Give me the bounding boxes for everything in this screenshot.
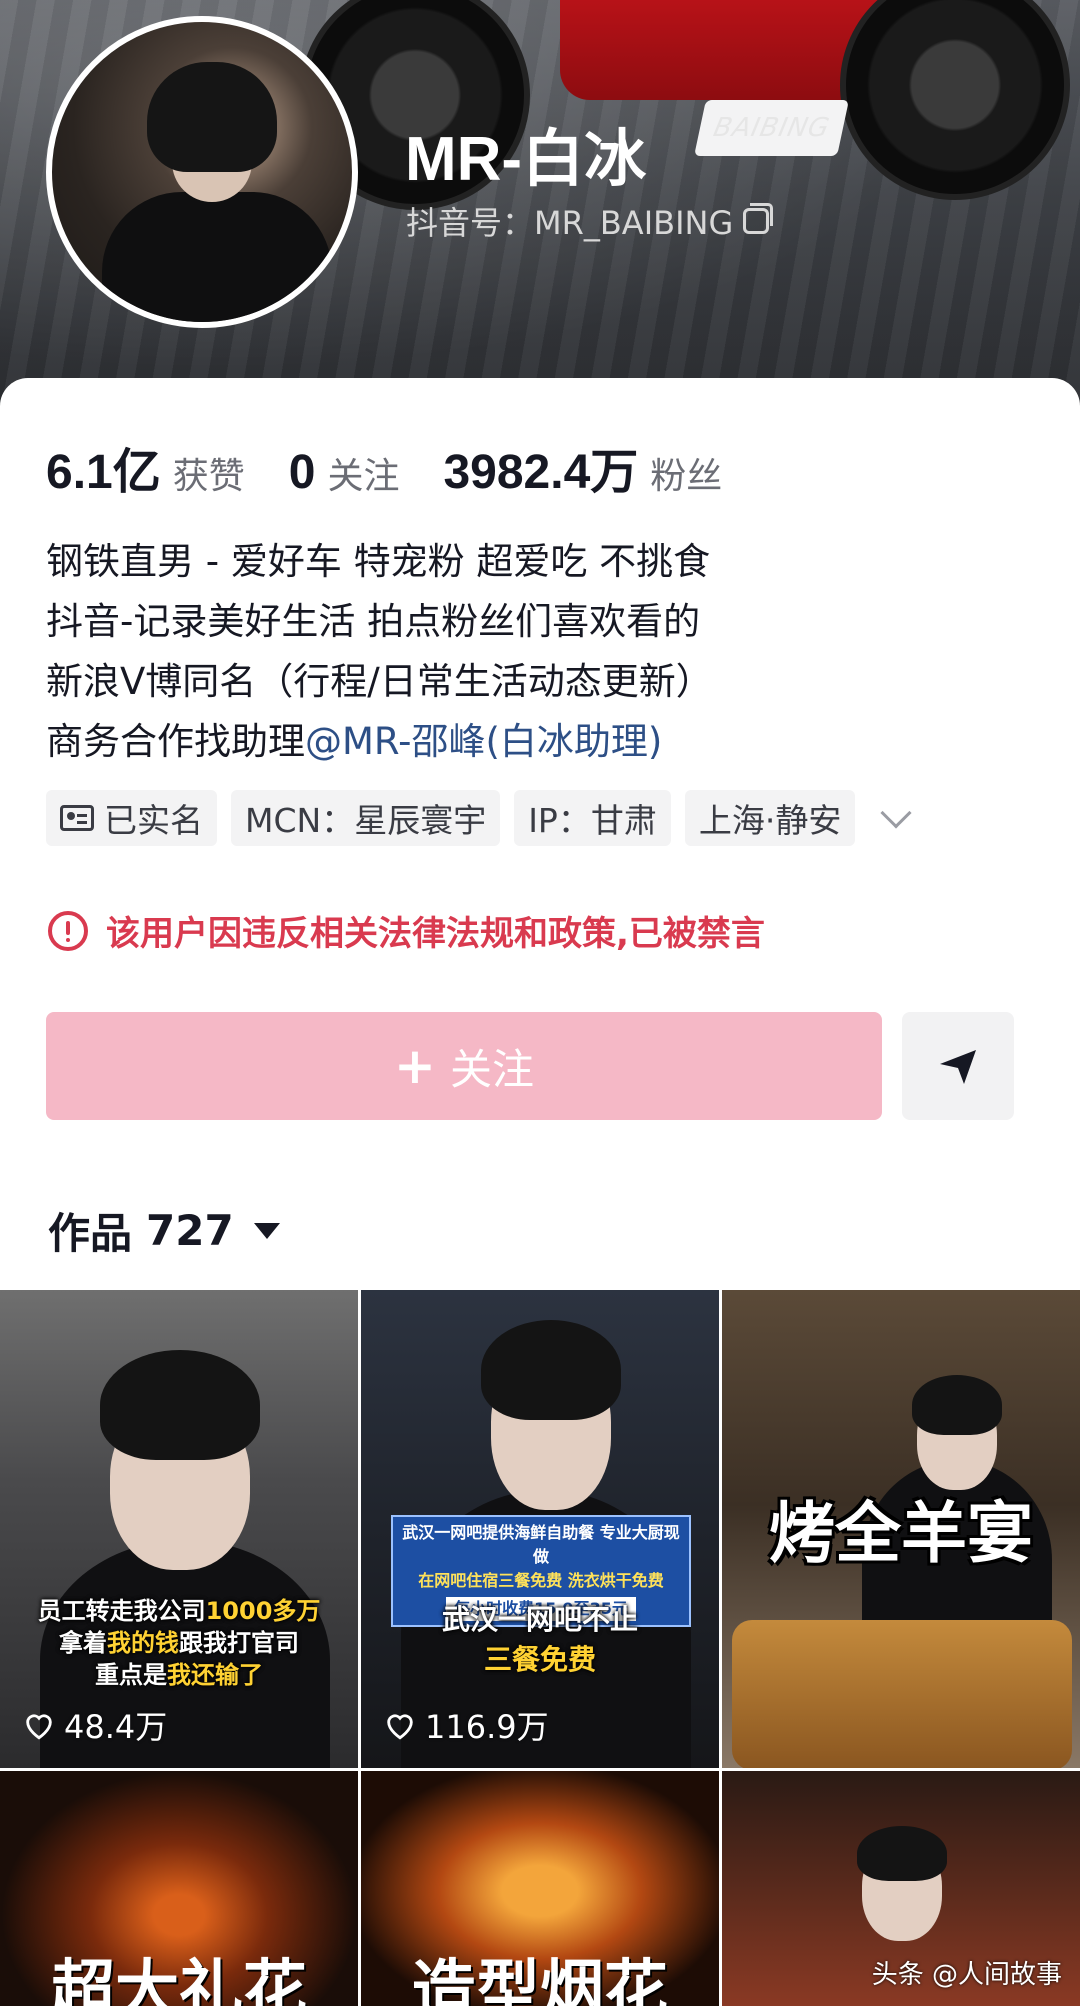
tag-location[interactable]: 上海·静安 <box>684 790 856 846</box>
video-likes-count: 48.4万 <box>64 1708 168 1746</box>
tag-mcn[interactable]: MCN：星辰寰宇 <box>231 790 501 846</box>
tag-verified[interactable]: 已实名 <box>46 790 217 846</box>
watermark: 头条 @人间故事 <box>871 1960 1062 1990</box>
douyin-id[interactable]: 抖音号：MR_BAIBING <box>406 198 774 244</box>
stat-followers-number: 3982.4万 <box>443 446 639 499</box>
bio-line: 新浪V博同名（行程/日常生活动态更新） <box>46 660 713 703</box>
follow-button-label: 关注 <box>449 1044 534 1094</box>
stat-followers-label: 粉丝 <box>650 456 723 497</box>
video-title: 超大礼花 <box>51 1953 307 2006</box>
copy-icon[interactable] <box>743 203 774 234</box>
follow-button[interactable]: + 关注 <box>46 1012 882 1120</box>
video-likes-count: 116.9万 <box>425 1708 549 1746</box>
caret-down-icon[interactable] <box>253 1222 280 1239</box>
video-title: 烤全羊宴 <box>769 1494 1033 1572</box>
stat-following-label: 关注 <box>327 456 400 497</box>
profile-name: MR-白冰 <box>405 125 647 194</box>
stat-likes[interactable]: 6.1亿 获赞 <box>46 432 245 502</box>
video-thumbnail[interactable]: 头条 @人间故事 <box>722 1771 1080 2006</box>
video-thumbnail[interactable]: 超大礼花 <box>0 1771 358 2006</box>
bio-mention-link[interactable]: @MR-邵峰(白冰助理) <box>305 720 662 763</box>
ban-warning-text: 该用户因违反相关法律法规和政策,已被禁言 <box>106 914 765 954</box>
video-thumbnail[interactable]: 武汉一网吧提供海鲜自助餐 专业大厨现做 在网吧住宿三餐免费 洗衣烘干免费 每小时… <box>361 1290 719 1768</box>
tag-location-label: 上海·静安 <box>698 801 842 840</box>
profile-bio: 钢铁直男 - 爱好车 特宠粉 超爱吃 不挑食 抖音-记录美好生活 拍点粉丝们喜欢… <box>46 532 713 772</box>
stat-likes-number: 6.1亿 <box>46 446 161 499</box>
profile-banner: BAIBING MR-白冰 抖音号：MR_BAIBING <box>0 0 1080 420</box>
banner-tag: BAIBING <box>694 100 850 156</box>
works-count: 727 <box>146 1206 234 1255</box>
heart-icon <box>26 1714 52 1740</box>
ban-warning: 该用户因违反相关法律法规和政策,已被禁言 <box>48 906 765 955</box>
bio-line: 抖音-记录美好生活 拍点粉丝们喜欢看的 <box>46 600 701 643</box>
works-label: 作品 <box>48 1209 133 1258</box>
stat-likes-label: 获赞 <box>172 456 245 497</box>
tag-verified-label: 已实名 <box>104 801 203 840</box>
stat-following-number: 0 <box>288 446 316 499</box>
roast-platter <box>732 1620 1072 1768</box>
video-grid: 员工转走我公司1000多万 拿着我的钱跟我打官司 重点是我还输了 48.4万 武… <box>0 1290 1080 2006</box>
bio-line-text: 商务合作找助理 <box>46 720 305 763</box>
heart-icon <box>387 1714 413 1740</box>
warning-icon <box>48 910 88 951</box>
video-caption: 员工转走我公司1000多万 拿着我的钱跟我打官司 重点是我还输了 <box>37 1597 321 1689</box>
send-icon <box>940 1050 976 1084</box>
id-card-icon <box>60 805 94 831</box>
tag-ip-label: IP：甘肃 <box>528 801 657 840</box>
video-title: 造型烟花 <box>412 1953 668 2006</box>
bio-line: 商务合作找助理@MR-邵峰(白冰助理) <box>46 712 713 772</box>
douyin-id-text: 抖音号：MR_BAIBING <box>406 204 734 242</box>
video-thumbnail[interactable]: 烤全羊宴 <box>722 1290 1080 1768</box>
video-thumbnail[interactable]: 员工转走我公司1000多万 拿着我的钱跟我打官司 重点是我还输了 48.4万 <box>0 1290 358 1768</box>
bio-line: 钢铁直男 - 爱好车 特宠粉 超爱吃 不挑食 <box>46 540 711 583</box>
video-thumbnail[interactable]: 造型烟花 <box>361 1771 719 2006</box>
tag-ip: IP：甘肃 <box>514 790 671 846</box>
profile-tags: 已实名 MCN：星辰寰宇 IP：甘肃 上海·静安 <box>46 790 912 846</box>
video-likes: 116.9万 <box>383 1702 549 1748</box>
video-caption: 武汉一网吧不止 三餐免费 <box>441 1603 638 1676</box>
video-likes: 48.4万 <box>22 1702 167 1748</box>
stat-followers[interactable]: 3982.4万 粉丝 <box>443 432 722 502</box>
share-button[interactable] <box>902 1012 1014 1120</box>
plus-icon: + <box>394 1037 436 1095</box>
chevron-down-icon[interactable] <box>880 797 912 829</box>
profile-stats: 6.1亿 获赞 0 关注 3982.4万 粉丝 <box>46 432 766 502</box>
avatar[interactable] <box>46 16 358 328</box>
works-tab[interactable]: 作品 727 <box>48 1200 280 1261</box>
stat-following[interactable]: 0 关注 <box>289 445 400 500</box>
tag-mcn-label: MCN：星辰寰宇 <box>245 801 487 840</box>
